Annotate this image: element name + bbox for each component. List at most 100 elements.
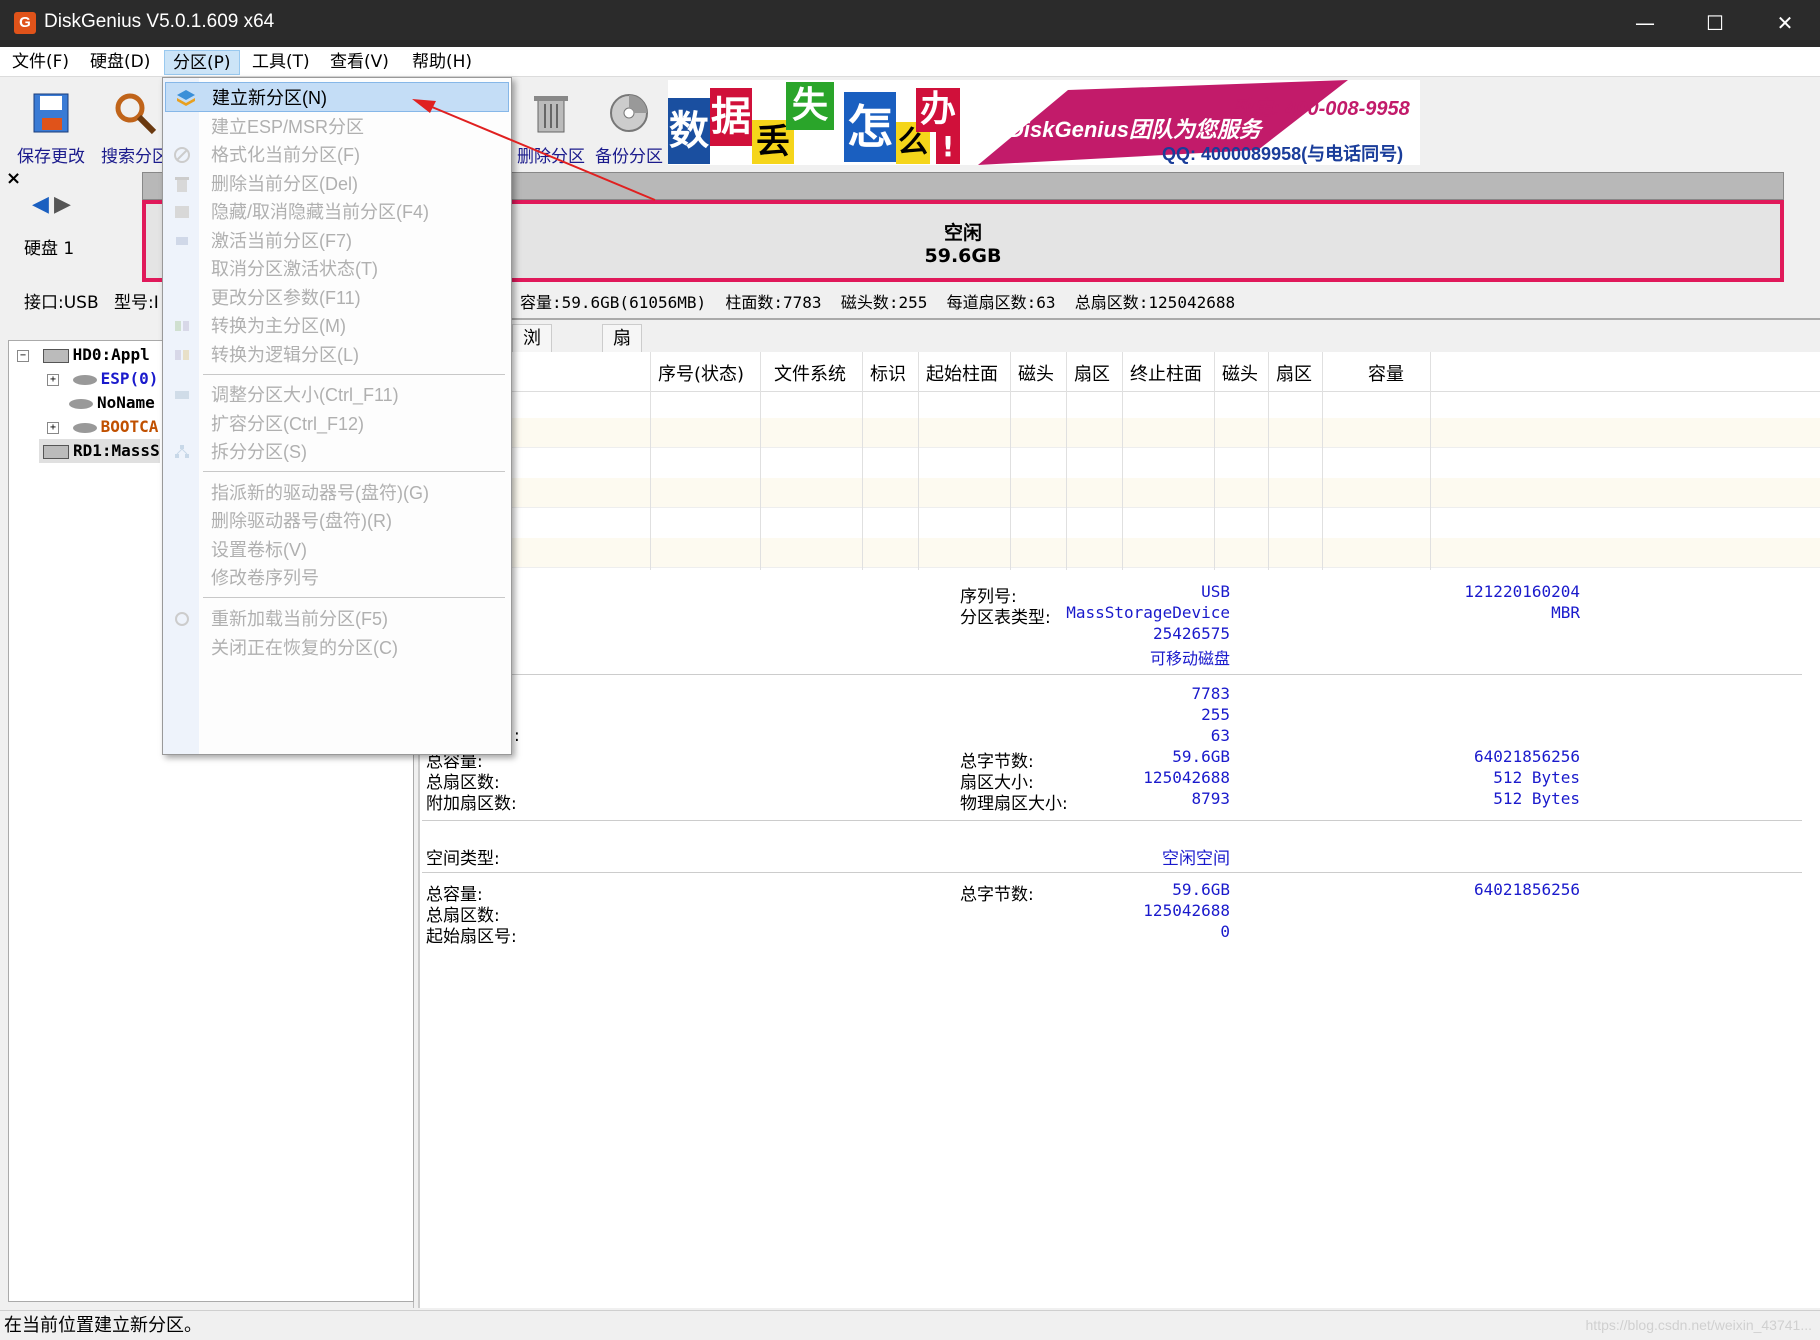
menu-item-convert-primary[interactable]: 转换为主分区(M) [175,311,505,341]
menu-disk[interactable]: 硬盘(D) [82,50,158,75]
menu-separator [203,374,505,375]
space-type-label: 空间类型: [426,849,500,869]
column-divider [760,352,761,570]
column-header[interactable]: 文件系统 [774,360,846,386]
column-header[interactable]: 扇区 [1276,360,1312,386]
prev-disk-icon[interactable]: ◀ [32,192,49,217]
minimize-button[interactable]: — [1610,0,1680,47]
expand-icon[interactable]: + [47,373,59,386]
title-bar: G DiskGenius V5.0.1.609 x64 — ☐ ✕ [0,0,1820,47]
menu-item-label: 隐藏/取消隐藏当前分区(F4) [211,202,429,222]
menu-item-split[interactable]: 拆分分区(S) [175,437,505,467]
convert-logical-icon [175,350,189,360]
menu-item-label: 关闭正在恢复的分区(C) [211,638,398,658]
menu-item-deactivate[interactable]: 取消分区激活状态(T) [201,254,505,284]
column-header[interactable]: 起始柱面 [926,360,998,386]
space-type-value: 空闲空间 [1162,849,1230,869]
magnifier-icon [115,93,157,135]
tree-item-esp[interactable]: + ESP(0) [47,367,158,391]
menu-item-format[interactable]: 格式化当前分区(F) [174,140,505,170]
tree-item-noname[interactable]: NoName [65,391,155,415]
reload-icon [175,612,189,626]
expand-icon[interactable]: + [47,421,59,434]
column-header[interactable]: 标识 [870,360,906,386]
menu-item-close-recovering[interactable]: 关闭正在恢复的分区(C) [201,633,505,663]
menu-item-change-serial[interactable]: 修改卷序列号 [201,563,505,593]
next-disk-icon[interactable]: ▶ [54,192,71,217]
menu-item-change-params[interactable]: 更改分区参数(F11) [201,283,505,313]
save-changes-button[interactable]: 保存更改 [12,86,90,167]
advertisement-banner[interactable]: 数 据 丢 失 怎 么 办 ! DiskGenius团队为您服务 致电: 400… [668,80,1420,165]
close-button[interactable]: ✕ [1750,0,1820,47]
tree-item-bootcamp[interactable]: + BOOTCA [47,415,158,439]
partition-menu-dropdown: 建立新分区(N) 建立ESP/MSR分区 格式化当前分区(F) 删除当前分区(D… [162,77,512,755]
activate-icon [176,237,188,245]
tree-item-rd1[interactable]: RD1:MassS [39,439,160,463]
physical-sector-size-value: 512 Bytes [1493,789,1580,808]
menu-item-resize[interactable]: 调整分区大小(Ctrl_F11) [175,380,505,410]
menu-separator [203,597,505,598]
banner-char: 怎 [844,92,896,162]
column-header[interactable]: 容量 [1368,360,1404,386]
collapse-icon[interactable]: − [17,349,29,362]
menu-item-create-esp-msr[interactable]: 建立ESP/MSR分区 [201,112,505,142]
menu-tools[interactable]: 工具(T) [244,50,318,75]
column-header[interactable]: 磁头 [1222,360,1258,386]
menu-item-label: 修改卷序列号 [211,568,319,588]
start-sector-value: 0 [1220,922,1230,941]
menu-item-create-partition[interactable]: 建立新分区(N) [165,82,509,112]
menu-item-hide-unhide[interactable]: 隐藏/取消隐藏当前分区(F4) [175,197,505,227]
column-header[interactable]: 磁头 [1018,360,1054,386]
menu-partition[interactable]: 分区(P) [164,50,240,75]
split-icon [175,445,189,458]
menu-view[interactable]: 查看(V) [322,50,397,75]
tab-browse-files[interactable]: 浏览文件 [512,324,552,433]
tree-item-label: NoName [97,393,155,412]
status-text: 在当前位置建立新分区。 [4,1315,202,1336]
column-divider [1214,352,1215,570]
interface-label: 接口:USB [24,293,99,313]
watermark: https://blog.csdn.net/weixin_43741... [1585,1317,1812,1333]
menu-item-label: 指派新的驱动器号(盘符)(G) [211,483,429,503]
media-type-value: 可移动磁盘 [1149,649,1230,668]
menu-item-reload[interactable]: 重新加载当前分区(F5) [175,604,505,634]
banner-char: 据 [710,88,752,146]
tree-item-hd0[interactable]: − HD0:Appl [17,343,150,367]
maximize-button[interactable]: ☐ [1680,0,1750,47]
column-divider [1066,352,1067,570]
menu-item-remove-drive-letter[interactable]: 删除驱动器号(盘符)(R) [201,506,505,536]
cylinders-value: 7783 [1191,684,1230,703]
menu-file[interactable]: 文件(F) [4,50,77,75]
column-header[interactable]: 终止柱面 [1130,360,1202,386]
heads-value: 255 [1201,705,1230,724]
menu-item-label: 激活当前分区(F7) [211,231,352,251]
menu-item-label: 删除驱动器号(盘符)(R) [211,511,392,531]
menu-item-assign-drive-letter[interactable]: 指派新的驱动器号(盘符)(G) [201,478,505,508]
menu-item-set-volume-label[interactable]: 设置卷标(V) [201,535,505,565]
menu-item-activate[interactable]: 激活当前分区(F7) [176,226,505,256]
menu-help[interactable]: 帮助(H) [404,50,480,75]
tab-sector-edit[interactable]: 扇区编辑 [602,324,642,433]
delete-partition-button[interactable]: 删除分区 [512,86,590,167]
menu-item-extend[interactable]: 扩容分区(Ctrl_F12) [201,409,505,439]
divider [422,820,1802,821]
hide-icon [175,206,189,218]
column-header[interactable]: 扇区 [1074,360,1110,386]
resize-icon [175,391,189,399]
partition-table-type-value: MBR [1551,603,1580,622]
table-row [418,538,1820,568]
menu-item-label: 转换为主分区(M) [211,316,346,336]
menu-item-delete[interactable]: 删除当前分区(Del) [175,169,505,199]
close-panel-icon[interactable]: × [6,168,21,189]
backup-partition-button[interactable]: 备份分区 [590,86,668,167]
menu-item-convert-logical[interactable]: 转换为逻辑分区(L) [175,340,505,370]
extra-sectors-label: 附加扇区数: [426,794,517,814]
column-divider [918,352,919,570]
menu-item-label: 建立ESP/MSR分区 [211,117,365,137]
column-header[interactable]: 序号(状态) [658,360,744,386]
partition-icon [72,374,97,385]
backup-partition-label: 备份分区 [595,147,663,167]
format-icon [174,147,190,163]
column-divider [1122,352,1123,570]
window-title: DiskGenius V5.0.1.609 x64 [44,11,275,32]
